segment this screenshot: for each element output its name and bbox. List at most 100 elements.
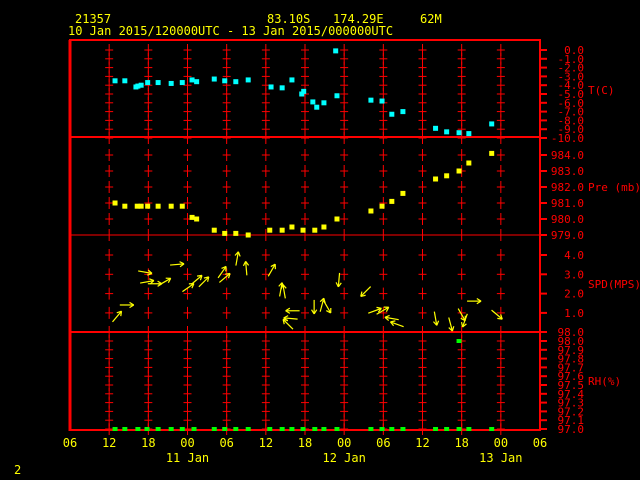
- rh-point: [267, 427, 273, 431]
- rh-point: [456, 427, 462, 431]
- wind-arrow-head: [436, 320, 440, 326]
- temperature-point: [433, 125, 439, 131]
- day-label: 13 Jan: [479, 451, 522, 465]
- wind-arrow: [198, 276, 210, 288]
- pressure-tick-label: 984.0: [551, 149, 584, 162]
- rh-point: [122, 427, 128, 431]
- pressure-point: [267, 227, 273, 233]
- rh-point: [135, 427, 141, 431]
- rh-point: [368, 427, 374, 431]
- rh-point: [456, 339, 462, 343]
- temperature-point: [168, 80, 174, 86]
- pressure-point: [122, 203, 128, 209]
- wind-arrow: [158, 277, 172, 286]
- pressure-point: [456, 168, 462, 174]
- wind-arrow: [119, 301, 135, 309]
- x-tick-label: 06: [219, 436, 233, 450]
- rh-point: [191, 427, 197, 431]
- pressure-point: [312, 227, 318, 233]
- pressure-tick-label: 979.0: [551, 229, 584, 242]
- pressure-tick-label: 983.0: [551, 165, 584, 178]
- rh-point: [389, 427, 395, 431]
- rh-point: [379, 427, 385, 431]
- x-tick-label: 00: [180, 436, 194, 450]
- wind-speed-tick-label: 2.0: [564, 288, 584, 301]
- page-number: 2: [14, 463, 21, 477]
- wind-arrow: [182, 282, 195, 293]
- temperature-point: [145, 80, 151, 86]
- pressure-point: [321, 224, 327, 230]
- rh-point: [211, 427, 217, 431]
- wind-arrow: [234, 251, 241, 266]
- wind-speed-tick-label: 4.0: [564, 249, 584, 262]
- wind-arrow-head: [225, 272, 231, 275]
- rh-point: [112, 427, 118, 431]
- temperature-axis-title: T(C): [588, 84, 615, 97]
- pressure-point: [489, 150, 495, 156]
- temperature-point: [112, 78, 118, 84]
- temperature-point: [194, 79, 200, 85]
- wind-arrow: [467, 297, 482, 305]
- temperature-point: [333, 48, 339, 54]
- wind-arrow: [242, 260, 250, 276]
- pressure-point: [189, 214, 195, 220]
- pressure-point: [400, 190, 406, 196]
- pressure-tick-label: 981.0: [551, 197, 584, 210]
- temperature-point: [489, 121, 495, 127]
- pressure-point: [245, 232, 251, 238]
- rh-point: [312, 427, 318, 431]
- pressure-point: [211, 227, 217, 233]
- temperature-point: [466, 131, 472, 137]
- rh-tick-label: 97.0: [558, 423, 585, 436]
- wind-arrow-head: [384, 314, 390, 318]
- wind-arrow-head: [390, 320, 396, 323]
- pressure-point: [233, 230, 239, 236]
- rh-point: [245, 427, 251, 431]
- temperature-point: [444, 129, 450, 135]
- temperature-point: [155, 80, 161, 86]
- temperature-tick-label: -10.0: [551, 132, 584, 145]
- pressure-point: [300, 227, 306, 233]
- temperature-point: [379, 98, 385, 104]
- rh-point: [300, 427, 306, 431]
- grid: [105, 44, 505, 435]
- rh-point: [168, 427, 174, 431]
- wind-speed-axis-title: SPD(MPS): [588, 278, 640, 291]
- wind-arrow: [433, 311, 440, 326]
- rh-point: [466, 427, 472, 431]
- x-tick-label: 00: [337, 436, 351, 450]
- rh-point: [144, 427, 150, 431]
- temperature-point: [301, 88, 307, 94]
- wind-arrow: [285, 307, 300, 314]
- pressure-point: [168, 203, 174, 209]
- wind-arrow: [217, 265, 227, 279]
- rh-point: [489, 427, 495, 431]
- pressure-point: [433, 176, 439, 182]
- pressure-point: [155, 203, 161, 209]
- wind-arrow-head: [237, 251, 241, 257]
- wind-arrow-head: [196, 274, 203, 277]
- pressure-point: [466, 160, 472, 166]
- meteogram: 0.0-1.0-2.0-3.0-4.0-5.0-6.0-7.0-8.0-9.0-…: [14, 12, 640, 477]
- pressure-axis-title: Pre (mb): [588, 181, 640, 194]
- time-period: 10 Jan 2015/120000UTC - 13 Jan 2015/0000…: [68, 24, 393, 38]
- wind-arrow: [190, 274, 203, 285]
- pressure-point: [389, 198, 395, 204]
- wind-arrow: [147, 280, 163, 287]
- pressure-point: [179, 203, 185, 209]
- wind-arrow-shaft: [360, 286, 372, 297]
- wind-arrow-shaft: [198, 276, 210, 288]
- pressure-point: [379, 203, 385, 209]
- temperature-point: [138, 82, 144, 88]
- rh-axis-title: RH(%): [588, 375, 621, 388]
- x-tick-label: 12: [259, 436, 273, 450]
- temperature-point: [321, 100, 327, 106]
- rh-point: [433, 427, 439, 431]
- x-tick-label: 18: [141, 436, 155, 450]
- rh-point: [155, 427, 161, 431]
- temperature-point: [334, 93, 340, 99]
- temperature-point: [289, 77, 295, 83]
- wind-speed-tick-label: 3.0: [564, 268, 584, 281]
- temperature-point: [314, 104, 320, 110]
- temperature-point: [268, 84, 274, 90]
